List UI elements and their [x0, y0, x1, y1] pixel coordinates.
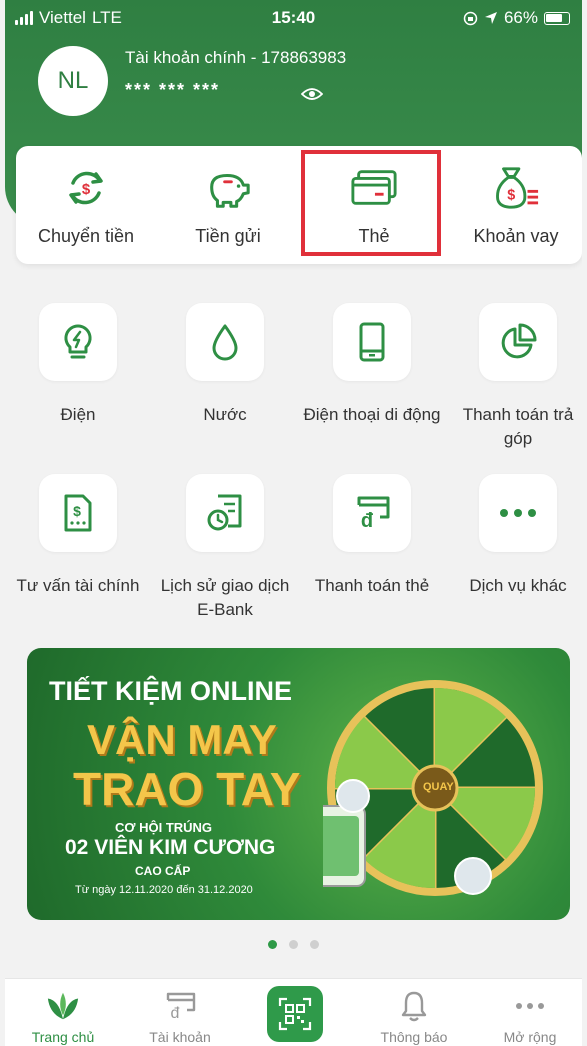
- nav-label: Tài khoản: [149, 1029, 211, 1045]
- history-doc-icon: [207, 494, 242, 531]
- promo-banner[interactable]: TIẾT KIỆM ONLINE VẬN MAY TRAO TAY CƠ HỘI…: [27, 648, 570, 920]
- more-icon: [500, 509, 536, 517]
- quick-actions-card: $ Chuyển tiền Tiền gửi Thẻ $ Khoản vay: [16, 146, 582, 264]
- service-card-payment[interactable]: đ Thanh toán thẻ: [302, 474, 442, 598]
- service-label: Tư vấn tài chính: [16, 576, 140, 595]
- svg-text:$: $: [507, 188, 515, 204]
- lightbulb-icon: [64, 324, 92, 359]
- finance-doc-icon: $: [64, 494, 92, 532]
- pagination-dot[interactable]: [268, 940, 277, 949]
- banner-line7: Từ ngày 12.11.2020 đến 31.12.2020: [75, 884, 253, 896]
- nav-notifications[interactable]: Thông báo: [359, 979, 469, 1046]
- nav-label: Thông báo: [380, 1029, 448, 1045]
- money-bag-icon: $: [492, 164, 540, 212]
- service-label: Nước: [203, 405, 247, 424]
- service-label: Thanh toán trả góp: [462, 405, 574, 448]
- service-label: Thanh toán thẻ: [314, 576, 430, 595]
- service-finance-advice[interactable]: $ Tư vấn tài chính: [8, 474, 148, 598]
- nav-home[interactable]: Trang chủ: [8, 979, 118, 1046]
- quick-action-label: Chuyển tiền: [37, 226, 135, 246]
- banner-line5: 02 VIÊN KIM CƯƠNG: [65, 836, 276, 859]
- svg-text:đ: đ: [171, 1005, 180, 1021]
- home-leaf-icon: [46, 989, 80, 1023]
- water-drop-icon: [212, 324, 238, 361]
- account-label[interactable]: Tài khoản chính - 178863983: [125, 48, 346, 68]
- service-label: Dịch vụ khác: [469, 576, 567, 595]
- pagination-dot[interactable]: [289, 940, 298, 949]
- service-box[interactable]: [479, 474, 557, 552]
- battery-percent: 66%: [503, 8, 538, 27]
- service-label: Lịch sử giao dịch E-Bank: [160, 576, 290, 619]
- more-dots-icon: [513, 989, 547, 1023]
- pagination-dot[interactable]: [310, 940, 319, 949]
- mobile-phone-icon: [359, 322, 385, 362]
- eye-icon[interactable]: [301, 86, 323, 102]
- account-balance: *** *** ***: [125, 80, 221, 100]
- status-bar: Viettel LTE 15:40 66%: [5, 0, 582, 36]
- service-label: Điện: [60, 405, 96, 424]
- service-box[interactable]: [479, 303, 557, 381]
- banner-line4: CƠ HỘI TRÚNG: [115, 820, 213, 835]
- service-electricity[interactable]: Điện: [8, 303, 148, 427]
- service-box[interactable]: [39, 303, 117, 381]
- quick-action-label: Tiền gửi: [195, 226, 261, 246]
- quick-action-loan[interactable]: $ Khoản vay: [446, 146, 582, 264]
- banner-line2: VẬN MAY: [87, 716, 277, 763]
- svg-text:$: $: [82, 181, 91, 198]
- quick-action-transfer[interactable]: $ Chuyển tiền: [16, 146, 156, 264]
- avatar[interactable]: NL: [38, 46, 108, 116]
- qr-scan-button[interactable]: [267, 986, 323, 1042]
- quick-action-deposit[interactable]: Tiền gửi: [158, 146, 298, 264]
- service-box[interactable]: [333, 303, 411, 381]
- nav-more[interactable]: Mở rộng: [475, 979, 582, 1046]
- service-label: Điện thoại di động: [303, 405, 441, 424]
- service-water[interactable]: Nước: [155, 303, 295, 427]
- service-box[interactable]: [186, 474, 264, 552]
- screen: Viettel LTE 15:40 66% NL Tài khoản chính…: [5, 0, 582, 1046]
- service-other[interactable]: Dịch vụ khác: [448, 474, 582, 598]
- orientation-lock-icon: [463, 11, 478, 25]
- pie-chart-icon: [501, 323, 537, 359]
- service-installment[interactable]: Thanh toán trả góp: [448, 303, 582, 451]
- status-right: 66%: [463, 8, 570, 28]
- transfer-icon: $: [62, 164, 110, 212]
- service-box[interactable]: [186, 303, 264, 381]
- svg-text:$: $: [73, 503, 81, 519]
- service-box[interactable]: $: [39, 474, 117, 552]
- account-icon: đ: [163, 989, 197, 1023]
- location-icon: [484, 12, 497, 24]
- nav-account[interactable]: đ Tài khoản: [125, 979, 235, 1046]
- nav-label: Mở rộng: [503, 1029, 557, 1045]
- wheel-label: QUAY: [423, 781, 454, 793]
- banner-line1: TIẾT KIỆM ONLINE: [49, 676, 292, 706]
- quick-action-label: Khoản vay: [473, 226, 559, 246]
- battery-icon: [544, 11, 570, 25]
- service-mobile[interactable]: Điện thoại di động: [302, 303, 442, 427]
- nav-label: Trang chủ: [31, 1029, 95, 1045]
- highlight-box: [301, 150, 441, 256]
- card-payment-icon: đ: [357, 496, 390, 532]
- banner-pagination[interactable]: [5, 940, 582, 949]
- piggy-bank-icon: [204, 164, 252, 212]
- banner-line3: TRAO TAY: [73, 763, 301, 815]
- qr-code-icon: [278, 997, 312, 1031]
- service-box[interactable]: đ: [333, 474, 411, 552]
- service-ebank-history[interactable]: Lịch sử giao dịch E-Bank: [155, 474, 295, 622]
- banner-line6: CAO CẤP: [135, 864, 191, 878]
- bell-icon: [397, 989, 431, 1023]
- svg-text:đ: đ: [361, 510, 374, 532]
